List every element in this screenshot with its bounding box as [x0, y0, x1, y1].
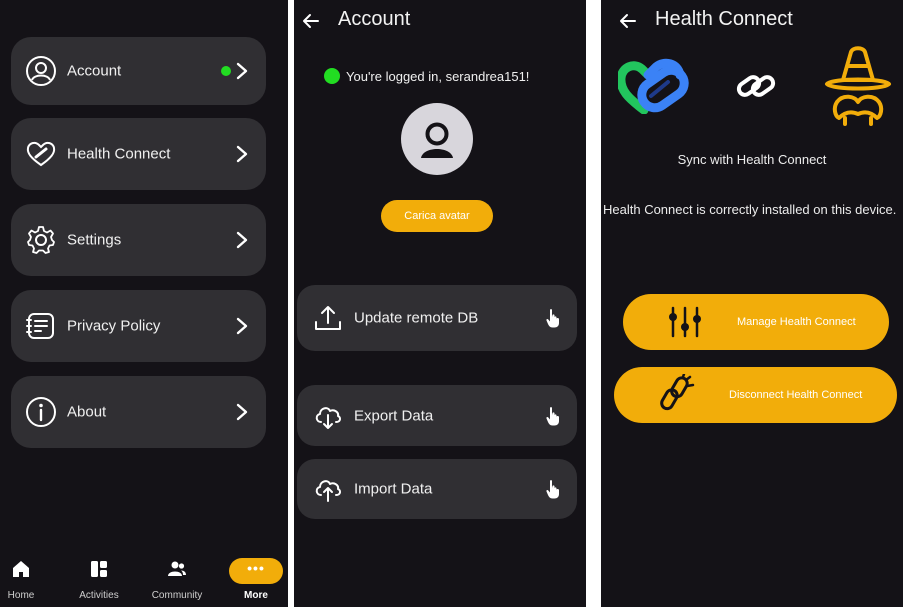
login-status: You're logged in, serandrea151!	[324, 68, 529, 84]
menu-item-label: Health Connect	[67, 145, 171, 163]
upload-icon	[315, 306, 341, 330]
nav-label: Activities	[79, 590, 119, 601]
cloud-download-icon	[315, 406, 342, 429]
online-status-dot	[221, 66, 231, 76]
menu-item-label: About	[67, 403, 107, 421]
menu-item-health-connect[interactable]: Health Connect	[11, 118, 266, 190]
community-icon	[168, 561, 186, 576]
menu-item-about[interactable]: About	[11, 376, 266, 448]
person-silhouette-icon	[421, 122, 453, 158]
menu-item-label: Privacy Policy	[67, 317, 161, 335]
chevron-right-icon	[236, 62, 248, 80]
chevron-right-icon	[236, 145, 248, 163]
touch-hand-icon	[546, 309, 559, 328]
manage-health-connect-button[interactable]: Manage Health Connect	[623, 294, 889, 350]
status-description: Health Connect is correctly installed on…	[603, 202, 897, 217]
nav-label: Home	[7, 590, 35, 601]
info-icon	[26, 397, 56, 427]
account-screen: Account You're logged in, serandrea151! …	[294, 0, 586, 607]
menu-item-label: Settings	[67, 231, 122, 249]
nav-item-more[interactable]: ••• More	[224, 558, 288, 601]
home-icon	[13, 561, 29, 577]
login-status-text: You're logged in, serandrea151!	[346, 69, 530, 84]
menu-item-account[interactable]: Account	[11, 37, 266, 105]
menu-item-settings[interactable]: Settings	[11, 204, 266, 276]
link-chain-icon	[736, 75, 776, 97]
gear-icon	[27, 226, 55, 254]
nav-label: More	[244, 590, 268, 601]
health-connect-logo-icon	[618, 58, 689, 114]
page-title: Health Connect	[655, 8, 793, 30]
nav-item-activities[interactable]: Activities	[67, 559, 131, 601]
disconnect-label: Disconnect Health Connect	[729, 389, 863, 401]
import-data-button[interactable]: Import Data	[297, 459, 577, 519]
more-screen: Account Health Connect Settings Privacy …	[0, 0, 288, 607]
touch-hand-icon	[546, 406, 559, 425]
back-arrow-icon[interactable]	[619, 12, 637, 30]
cloud-upload-icon	[315, 480, 342, 502]
avatar[interactable]	[401, 103, 473, 175]
action-label: Import Data	[354, 480, 433, 498]
chevron-right-icon	[236, 317, 248, 335]
heart-link-icon	[26, 141, 56, 167]
privacy-doc-icon	[26, 313, 54, 339]
action-label: Update remote DB	[354, 309, 479, 327]
menu-item-privacy-policy[interactable]: Privacy Policy	[11, 290, 266, 362]
nav-item-home[interactable]: Home	[0, 559, 53, 601]
chevron-right-icon	[236, 403, 248, 421]
upload-avatar-button[interactable]: Carica avatar	[381, 200, 493, 232]
action-label: Export Data	[354, 407, 434, 424]
menu-item-label: Account	[67, 62, 122, 80]
export-data-button[interactable]: Export Data	[297, 385, 577, 446]
sombrero-mascot-icon	[825, 46, 891, 126]
back-arrow-icon[interactable]	[302, 12, 320, 30]
disconnect-health-connect-button[interactable]: Disconnect Health Connect	[614, 367, 897, 423]
chevron-right-icon	[236, 231, 248, 249]
health-connect-screen: Health Connect Sync with Health Connect …	[601, 0, 903, 607]
user-circle-icon	[26, 56, 56, 86]
page-title: Account	[338, 8, 411, 30]
update-remote-db-button[interactable]: Update remote DB	[297, 285, 577, 351]
more-dots-icon: •••	[229, 558, 283, 584]
nav-item-community[interactable]: Community	[145, 559, 209, 601]
sliders-icon	[669, 306, 701, 338]
online-status-dot	[324, 68, 340, 84]
touch-hand-icon	[546, 480, 559, 499]
nav-label: Community	[151, 590, 203, 601]
sync-label: Sync with Health Connect	[677, 152, 827, 167]
manage-label: Manage Health Connect	[737, 316, 856, 328]
bottom-navigation-bar: Home Activities Community ••• More	[0, 547, 288, 607]
broken-link-icon	[660, 374, 695, 411]
activities-icon	[91, 561, 107, 577]
